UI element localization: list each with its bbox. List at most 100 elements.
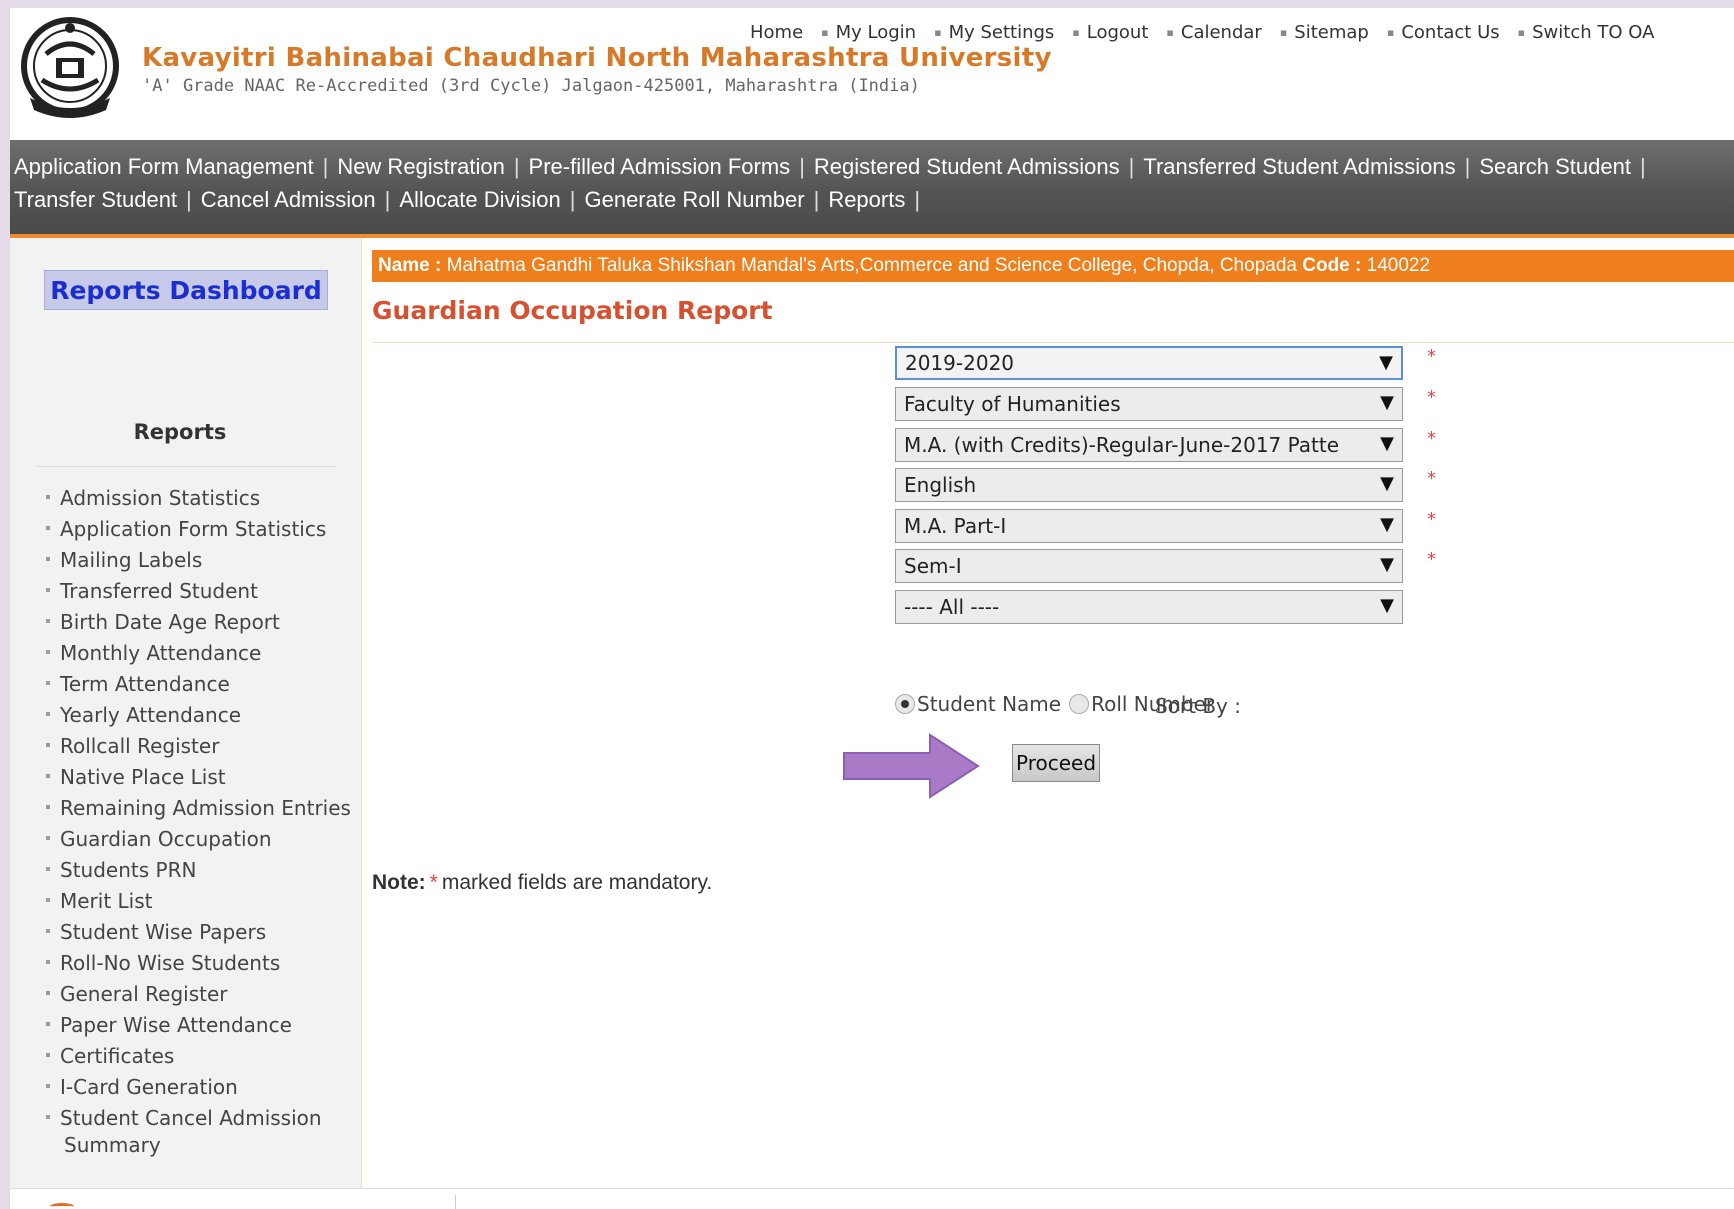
- bullet-icon: [46, 650, 50, 654]
- proceed-button[interactable]: Proceed: [1012, 744, 1100, 782]
- reports-heading: Reports: [133, 420, 227, 444]
- bullet-icon: [46, 1084, 50, 1088]
- top-link[interactable]: ▪ Sitemap: [1280, 22, 1369, 43]
- top-link[interactable]: Home: [750, 22, 803, 43]
- nav-item[interactable]: Transferred Student Admissions: [1143, 154, 1455, 180]
- top-link[interactable]: ▪ Contact Us: [1387, 22, 1500, 43]
- nav-item[interactable]: Application Form Management: [14, 154, 314, 180]
- divider: [455, 1195, 456, 1209]
- top-links: Home ▪ My Login ▪ My Settings ▪ Logout ▪ Calenda…: [750, 22, 1672, 43]
- radio-label[interactable]: Roll Number: [1091, 692, 1214, 716]
- report-link-label: Birth Date Age Report: [60, 610, 280, 634]
- top-link-label: Calendar: [1180, 22, 1262, 43]
- report-link[interactable]: Admission Statistics: [40, 485, 360, 512]
- bullet-icon: [46, 898, 50, 902]
- bullet-icon: [46, 526, 50, 530]
- form-row: Course :M.A. (with Credits)-Regular-June…: [372, 428, 1734, 462]
- report-link-label: Monthly Attendance: [60, 641, 262, 665]
- nav-item[interactable]: Registered Student Admissions: [814, 154, 1120, 180]
- top-link[interactable]: ▪ My Login: [821, 22, 916, 43]
- report-link[interactable]: Certificates: [40, 1043, 360, 1070]
- select-value: M.A. (with Credits)-Regular-June-2017 Pa…: [904, 433, 1340, 457]
- radio-label[interactable]: Student Name: [917, 692, 1061, 716]
- top-link[interactable]: ▪ Calendar: [1166, 22, 1261, 43]
- report-link[interactable]: Application Form Statistics: [40, 516, 360, 543]
- report-link[interactable]: I-Card Generation: [40, 1074, 360, 1101]
- top-link[interactable]: ▪ Switch TO OA: [1518, 22, 1655, 43]
- report-link[interactable]: Guardian Occupation: [40, 826, 360, 853]
- top-link[interactable]: ▪ Logout: [1072, 22, 1148, 43]
- select-dropdown[interactable]: Sem-I ▼: [895, 549, 1403, 583]
- report-link[interactable]: Native Place List: [40, 764, 360, 791]
- report-link[interactable]: Rollcall Register: [40, 733, 360, 760]
- nav-item[interactable]: Search Student: [1479, 154, 1631, 180]
- report-link[interactable]: Mailing Labels: [40, 547, 360, 574]
- report-link-label: I-Card Generation: [60, 1075, 238, 1099]
- bullet-icon: [46, 712, 50, 716]
- bullet-icon: [46, 743, 50, 747]
- radio-button[interactable]: [895, 694, 915, 714]
- bullet-icon: [46, 495, 50, 499]
- radio-button[interactable]: [1069, 694, 1090, 714]
- dropdown-arrow-icon: ▼: [1379, 352, 1393, 373]
- select-dropdown[interactable]: Faculty of Humanities ▼: [895, 387, 1403, 421]
- report-link[interactable]: Roll-No Wise Students: [40, 950, 360, 977]
- top-link-label: My Settings: [948, 22, 1055, 43]
- report-link[interactable]: Paper Wise Attendance: [40, 1012, 360, 1039]
- note-label: Note:: [372, 871, 426, 894]
- site-header: Kavayitri Bahinabai Chaudhari North Maha…: [10, 8, 1734, 140]
- nav-separator: |: [813, 186, 820, 212]
- report-link-label: Merit List: [60, 889, 153, 913]
- report-link[interactable]: Student Wise Papers: [40, 919, 360, 946]
- select-value: ---- All ----: [904, 595, 1000, 619]
- college-name-label: Name :: [378, 255, 442, 276]
- report-link[interactable]: Students PRN: [40, 857, 360, 884]
- main-content: Name : Mahatma Gandhi Taluka Shikshan Ma…: [372, 238, 1734, 1198]
- bullet-icon: ▪: [1386, 26, 1395, 39]
- select-dropdown[interactable]: M.A. Part-I ▼: [895, 509, 1403, 543]
- form-row: Academic Year :2019-2020▼*: [372, 346, 1734, 380]
- required-star: *: [1427, 509, 1436, 530]
- report-link[interactable]: Merit List: [40, 888, 360, 915]
- bullet-icon: [46, 836, 50, 840]
- report-link[interactable]: Transferred Student: [40, 578, 360, 605]
- sort-by-options: Student Name Roll Number: [895, 692, 1214, 716]
- report-link[interactable]: Student Cancel Admission Summary: [40, 1105, 360, 1159]
- report-link-label: Roll-No Wise Students: [60, 951, 281, 975]
- report-link[interactable]: Term Attendance: [40, 671, 360, 698]
- bullet-icon: [46, 1115, 50, 1119]
- report-link[interactable]: Remaining Admission Entries: [40, 795, 360, 822]
- select-dropdown[interactable]: 2019-2020 ▼: [895, 346, 1403, 380]
- top-link-label: Contact Us: [1401, 22, 1500, 43]
- nav-separator: |: [322, 153, 329, 179]
- report-link[interactable]: General Register: [40, 981, 360, 1008]
- select-dropdown[interactable]: M.A. (with Credits)-Regular-June-2017 Pa…: [895, 428, 1403, 462]
- report-link-label: Application Form Statistics: [60, 517, 327, 541]
- mandatory-note: Note: * marked fields are mandatory.: [372, 871, 712, 895]
- bullet-icon: ▪: [934, 26, 942, 39]
- nav-item[interactable]: Generate Roll Number: [584, 187, 804, 213]
- nav-item[interactable]: Pre-filled Admission Forms: [529, 154, 791, 180]
- main-nav: Application Form Management | New Registra…: [10, 140, 1734, 234]
- reports-dashboard-button[interactable]: Reports Dashboard: [44, 270, 328, 310]
- report-link[interactable]: Monthly Attendance: [40, 640, 360, 667]
- nav-item[interactable]: Allocate Division: [399, 187, 560, 213]
- nav-item[interactable]: Reports: [828, 187, 905, 213]
- form-row: Course Part Term :Sem-I▼*: [372, 549, 1734, 583]
- required-star: *: [1427, 346, 1436, 367]
- nav-item[interactable]: New Registration: [337, 154, 505, 180]
- report-link[interactable]: Yearly Attendance: [40, 702, 360, 729]
- bullet-icon: [46, 991, 50, 995]
- university-logo-icon[interactable]: [16, 14, 124, 122]
- nav-item[interactable]: Transfer Student: [14, 187, 177, 213]
- bullet-icon: [46, 805, 50, 809]
- required-star: *: [1427, 428, 1436, 449]
- nav-item[interactable]: Cancel Admission: [201, 187, 376, 213]
- top-link[interactable]: ▪ My Settings: [934, 22, 1054, 43]
- report-link[interactable]: Birth Date Age Report: [40, 609, 360, 636]
- dropdown-arrow-icon: ▼: [1380, 473, 1394, 494]
- select-dropdown[interactable]: ---- All ---- ▼: [895, 590, 1403, 624]
- nav-separator: |: [799, 153, 805, 179]
- required-star: *: [1427, 387, 1436, 408]
- select-dropdown[interactable]: English ▼: [895, 468, 1403, 502]
